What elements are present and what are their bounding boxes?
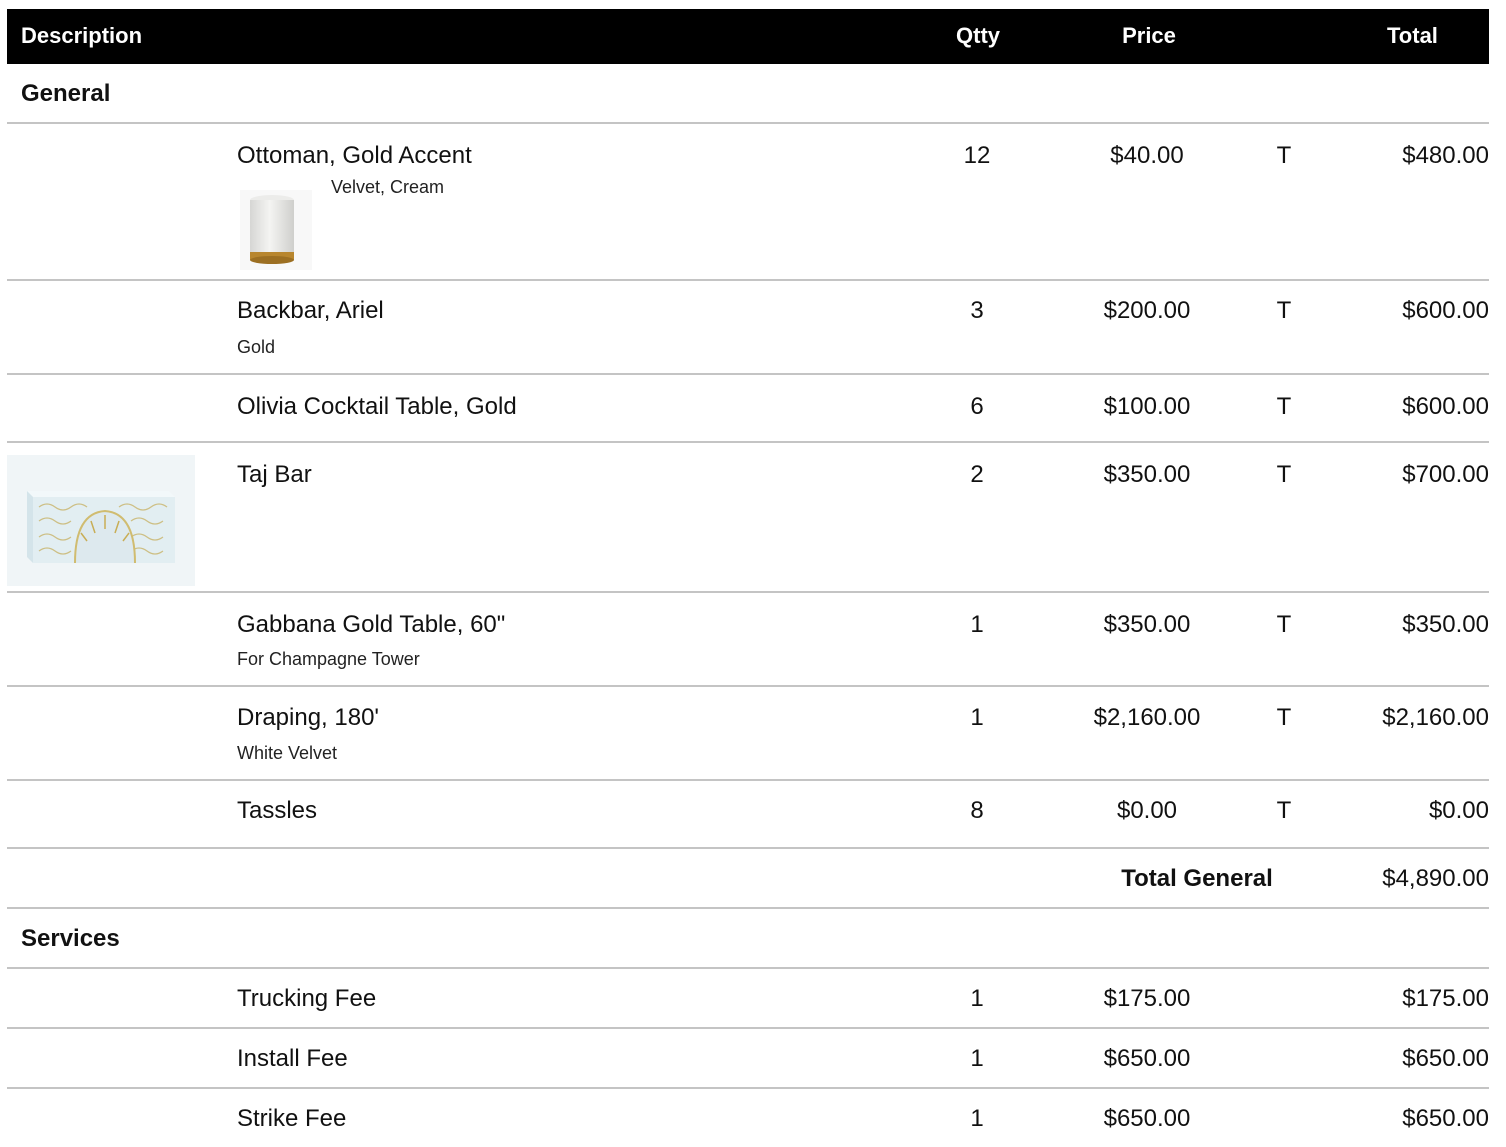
item-qty: 3 bbox=[970, 297, 984, 324]
header-description: Description bbox=[21, 23, 143, 48]
item-total: $650.00 bbox=[1402, 1105, 1489, 1132]
item-total: $480.00 bbox=[1402, 142, 1489, 169]
item-name: Trucking Fee bbox=[237, 985, 377, 1012]
taj-bar-thumbnail bbox=[7, 455, 195, 586]
item-price: $650.00 bbox=[1103, 1045, 1191, 1072]
item-name: Strike Fee bbox=[237, 1105, 347, 1132]
header-price: Price bbox=[1122, 23, 1176, 48]
item-price: $650.00 bbox=[1103, 1105, 1191, 1132]
subtotal-row: Total General $4,890.00 bbox=[7, 849, 1489, 909]
item-qty: 2 bbox=[970, 461, 984, 488]
item-total: $600.00 bbox=[1402, 393, 1489, 420]
item-qty: 1 bbox=[970, 1105, 984, 1132]
header-qty: Qtty bbox=[956, 23, 1000, 48]
table-header: Description Qtty Price Total bbox=[7, 9, 1489, 64]
section-services: Services bbox=[7, 909, 1489, 969]
table-row: Olivia Cocktail Table, Gold 6 $100.00 T … bbox=[7, 375, 1489, 443]
item-total: $600.00 bbox=[1402, 297, 1489, 324]
item-total: $0.00 bbox=[1428, 797, 1489, 824]
item-qty: 1 bbox=[970, 611, 984, 638]
item-name: Ottoman, Gold Accent bbox=[237, 142, 472, 169]
item-total: $175.00 bbox=[1402, 985, 1489, 1012]
invoice-table: Description Qtty Price Total General Ott… bbox=[7, 9, 1489, 1147]
item-price: $350.00 bbox=[1103, 611, 1191, 638]
item-name: Install Fee bbox=[237, 1045, 348, 1072]
item-price: $0.00 bbox=[1116, 797, 1178, 824]
item-total: $2,160.00 bbox=[1382, 704, 1489, 731]
table-row: Tassles 8 $0.00 T $0.00 bbox=[7, 781, 1489, 849]
table-row: Ottoman, Gold Accent Velvet, Cream 12 $4… bbox=[7, 124, 1489, 281]
table-row: Taj Bar 2 $350.00 T $700.00 bbox=[7, 443, 1489, 593]
item-price: $175.00 bbox=[1103, 985, 1191, 1012]
table-row: Draping, 180' White Velvet 1 $2,160.00 T… bbox=[7, 687, 1489, 781]
item-name: Taj Bar bbox=[237, 461, 312, 488]
ottoman-thumbnail bbox=[240, 190, 312, 270]
item-qty: 1 bbox=[970, 1045, 984, 1072]
item-price: $40.00 bbox=[1110, 142, 1184, 169]
item-price: $100.00 bbox=[1103, 393, 1191, 420]
item-price: $200.00 bbox=[1103, 297, 1191, 324]
item-qty: 1 bbox=[970, 985, 984, 1012]
item-note: White Velvet bbox=[237, 743, 338, 763]
section-title: Services bbox=[21, 925, 120, 952]
item-name: Gabbana Gold Table, 60" bbox=[237, 611, 506, 638]
section-general: General bbox=[7, 64, 1489, 124]
subtotal-label: Total General bbox=[1121, 865, 1273, 892]
item-name: Tassles bbox=[237, 797, 318, 824]
item-total: $650.00 bbox=[1402, 1045, 1489, 1072]
item-total: $700.00 bbox=[1402, 461, 1489, 488]
item-qty: 12 bbox=[963, 142, 991, 169]
item-price: $2,160.00 bbox=[1093, 704, 1201, 731]
item-price: $350.00 bbox=[1103, 461, 1191, 488]
table-row: Backbar, Ariel Gold 3 $200.00 T $600.00 bbox=[7, 281, 1489, 375]
item-qty: 1 bbox=[970, 704, 984, 731]
item-qty: 8 bbox=[970, 797, 984, 824]
item-total: $350.00 bbox=[1402, 611, 1489, 638]
table-row: Strike Fee 1 $650.00 $650.00 bbox=[7, 1089, 1489, 1147]
item-note: Velvet, Cream bbox=[331, 177, 445, 197]
header-total: Total bbox=[1387, 23, 1438, 48]
item-name: Draping, 180' bbox=[237, 704, 380, 731]
item-qty: 6 bbox=[970, 393, 984, 420]
subtotal-value: $4,890.00 bbox=[1382, 865, 1489, 892]
table-row: Gabbana Gold Table, 60" For Champagne To… bbox=[7, 593, 1489, 687]
item-note: For Champagne Tower bbox=[237, 649, 420, 669]
section-title: General bbox=[21, 80, 111, 107]
item-note: Gold bbox=[237, 337, 276, 357]
table-row: Trucking Fee 1 $175.00 $175.00 bbox=[7, 969, 1489, 1029]
item-name: Olivia Cocktail Table, Gold bbox=[237, 393, 517, 420]
table-row: Install Fee 1 $650.00 $650.00 bbox=[7, 1029, 1489, 1089]
item-name: Backbar, Ariel bbox=[237, 297, 384, 324]
